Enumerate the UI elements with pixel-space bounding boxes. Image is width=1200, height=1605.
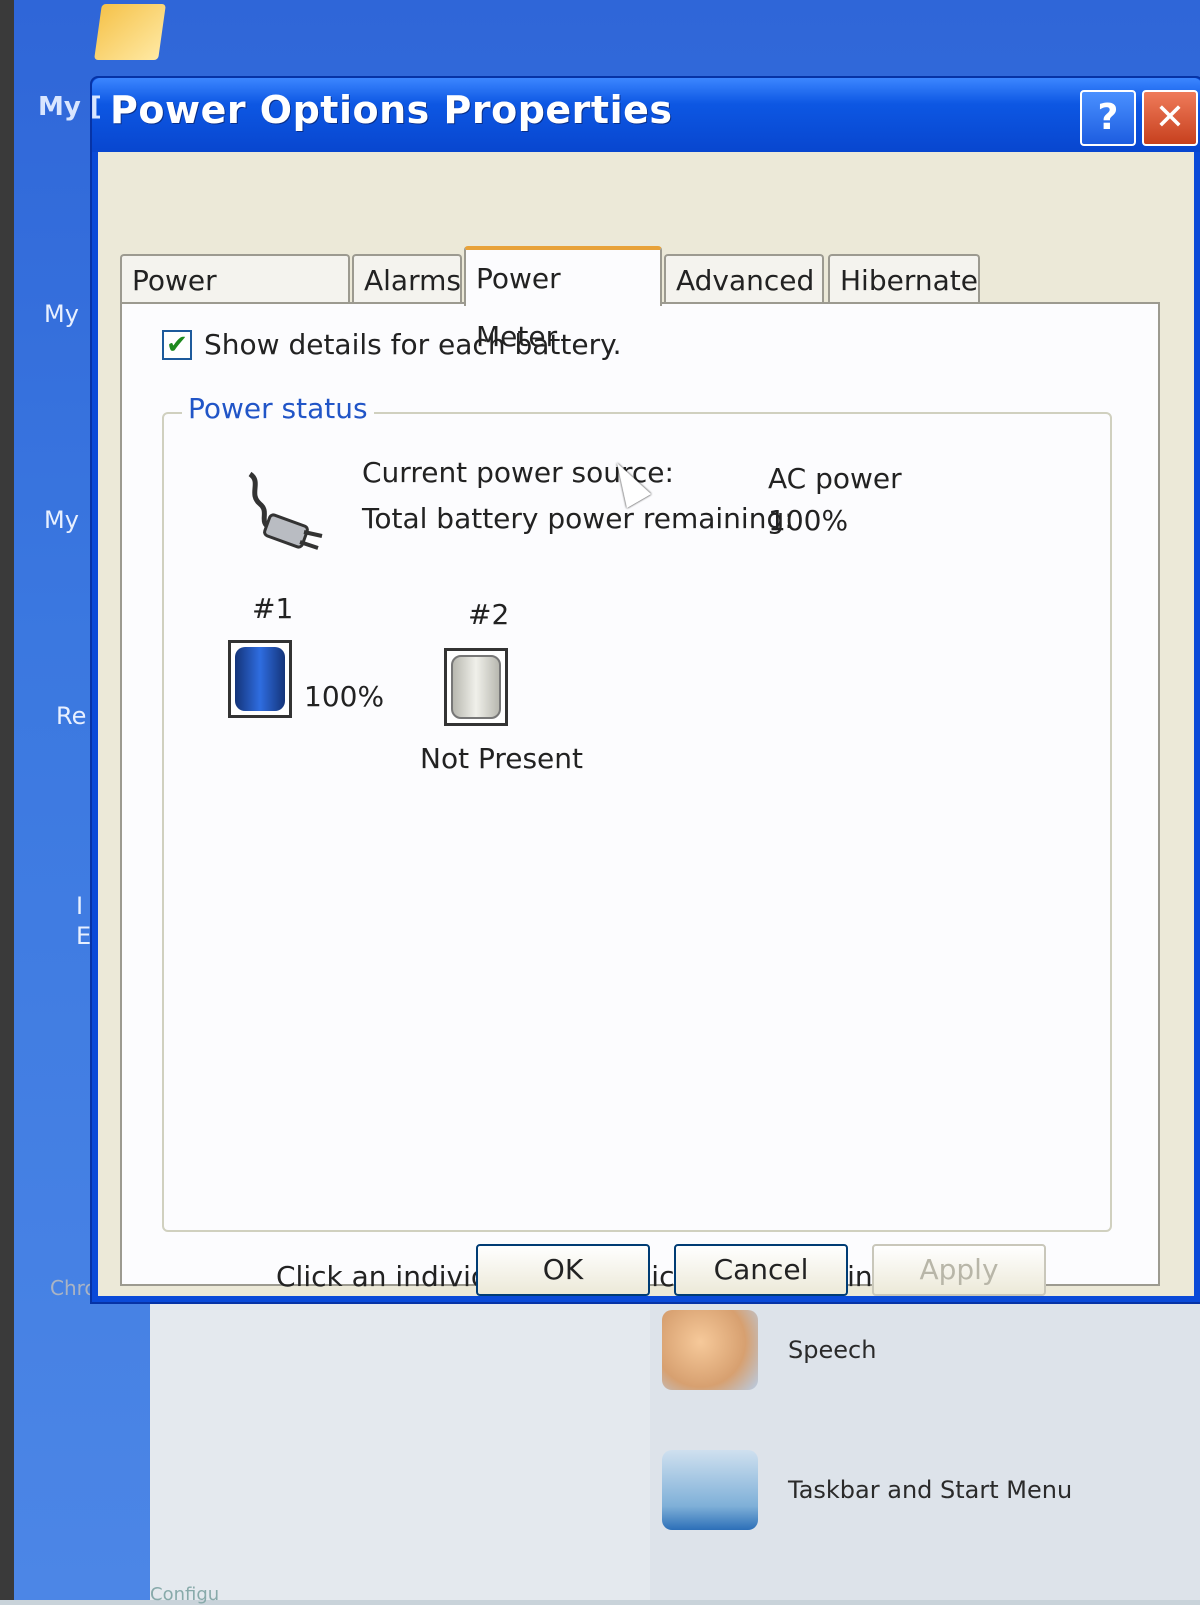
desktop-icon-label[interactable]: My bbox=[44, 506, 79, 534]
current-source-value: AC power bbox=[768, 462, 902, 495]
ac-plug-icon bbox=[248, 471, 323, 550]
ok-button[interactable]: OK bbox=[476, 1244, 650, 1296]
taskbar-icon bbox=[662, 1450, 758, 1530]
dialog-titlebar[interactable]: My [ Power Options Properties ? ✕ bbox=[38, 78, 1200, 152]
power-meter-panel: ✔ Show details for each battery. Power s… bbox=[120, 302, 1160, 1293]
show-details-checkbox[interactable]: ✔ bbox=[162, 329, 192, 360]
desktop-icon-label[interactable]: My bbox=[44, 300, 79, 328]
desktop-icon-label[interactable]: E bbox=[76, 922, 91, 950]
total-remaining-value: 100% bbox=[768, 504, 849, 537]
battery-2-fill bbox=[451, 655, 501, 719]
dialog-client-area: Power Schemes Alarms Power Meter Advance… bbox=[98, 152, 1194, 1296]
background-window-title: My [ bbox=[38, 92, 102, 122]
control-panel-item-speech[interactable]: Speech bbox=[662, 1310, 876, 1390]
close-button[interactable]: ✕ bbox=[1142, 90, 1198, 146]
power-status-group: Power status Current power source: AC po… bbox=[162, 392, 1112, 1293]
control-panel-sidebar-link[interactable]: Configu bbox=[150, 1584, 219, 1605]
tab-power-schemes[interactable]: Power Schemes bbox=[120, 254, 350, 347]
control-panel-item-label: Speech bbox=[788, 1336, 877, 1364]
tab-advanced[interactable]: Advanced bbox=[664, 254, 824, 304]
battery-2-status: Not Present bbox=[420, 742, 584, 775]
power-options-dialog: My [ Power Options Properties ? ✕ Power … bbox=[38, 76, 1200, 1304]
help-button[interactable]: ? bbox=[1080, 90, 1136, 146]
tab-power-meter[interactable]: Power Meter bbox=[464, 246, 662, 353]
speech-icon bbox=[662, 1310, 758, 1390]
power-status-title: Power status bbox=[182, 392, 374, 425]
control-panel-item-label: Taskbar and Start Menu bbox=[788, 1476, 1073, 1504]
control-panel-item-taskbar[interactable]: Taskbar and Start Menu bbox=[662, 1450, 1072, 1530]
desktop-folder-icon[interactable] bbox=[94, 4, 166, 60]
battery-1-percent: 100% bbox=[304, 680, 385, 713]
desktop-icon-label[interactable]: I bbox=[76, 892, 83, 920]
apply-button[interactable]: Apply bbox=[872, 1244, 1046, 1296]
battery-2-icon[interactable] bbox=[444, 648, 508, 726]
show-details-label[interactable]: Show details for each battery. bbox=[204, 328, 622, 361]
battery-1-icon[interactable] bbox=[228, 640, 292, 718]
cancel-button[interactable]: Cancel bbox=[674, 1244, 848, 1296]
battery-1-fill bbox=[235, 647, 285, 711]
tab-hibernate[interactable]: Hibernate bbox=[828, 254, 980, 304]
tab-alarms[interactable]: Alarms bbox=[352, 254, 462, 304]
desktop-icon-label[interactable]: Re bbox=[56, 702, 86, 730]
battery-1-number: #1 bbox=[252, 592, 294, 625]
total-remaining-label: Total battery power remaining: bbox=[362, 502, 794, 535]
monitor-bezel bbox=[0, 0, 14, 1600]
battery-2-number: #2 bbox=[468, 598, 510, 631]
dialog-title: Power Options Properties bbox=[110, 88, 673, 132]
